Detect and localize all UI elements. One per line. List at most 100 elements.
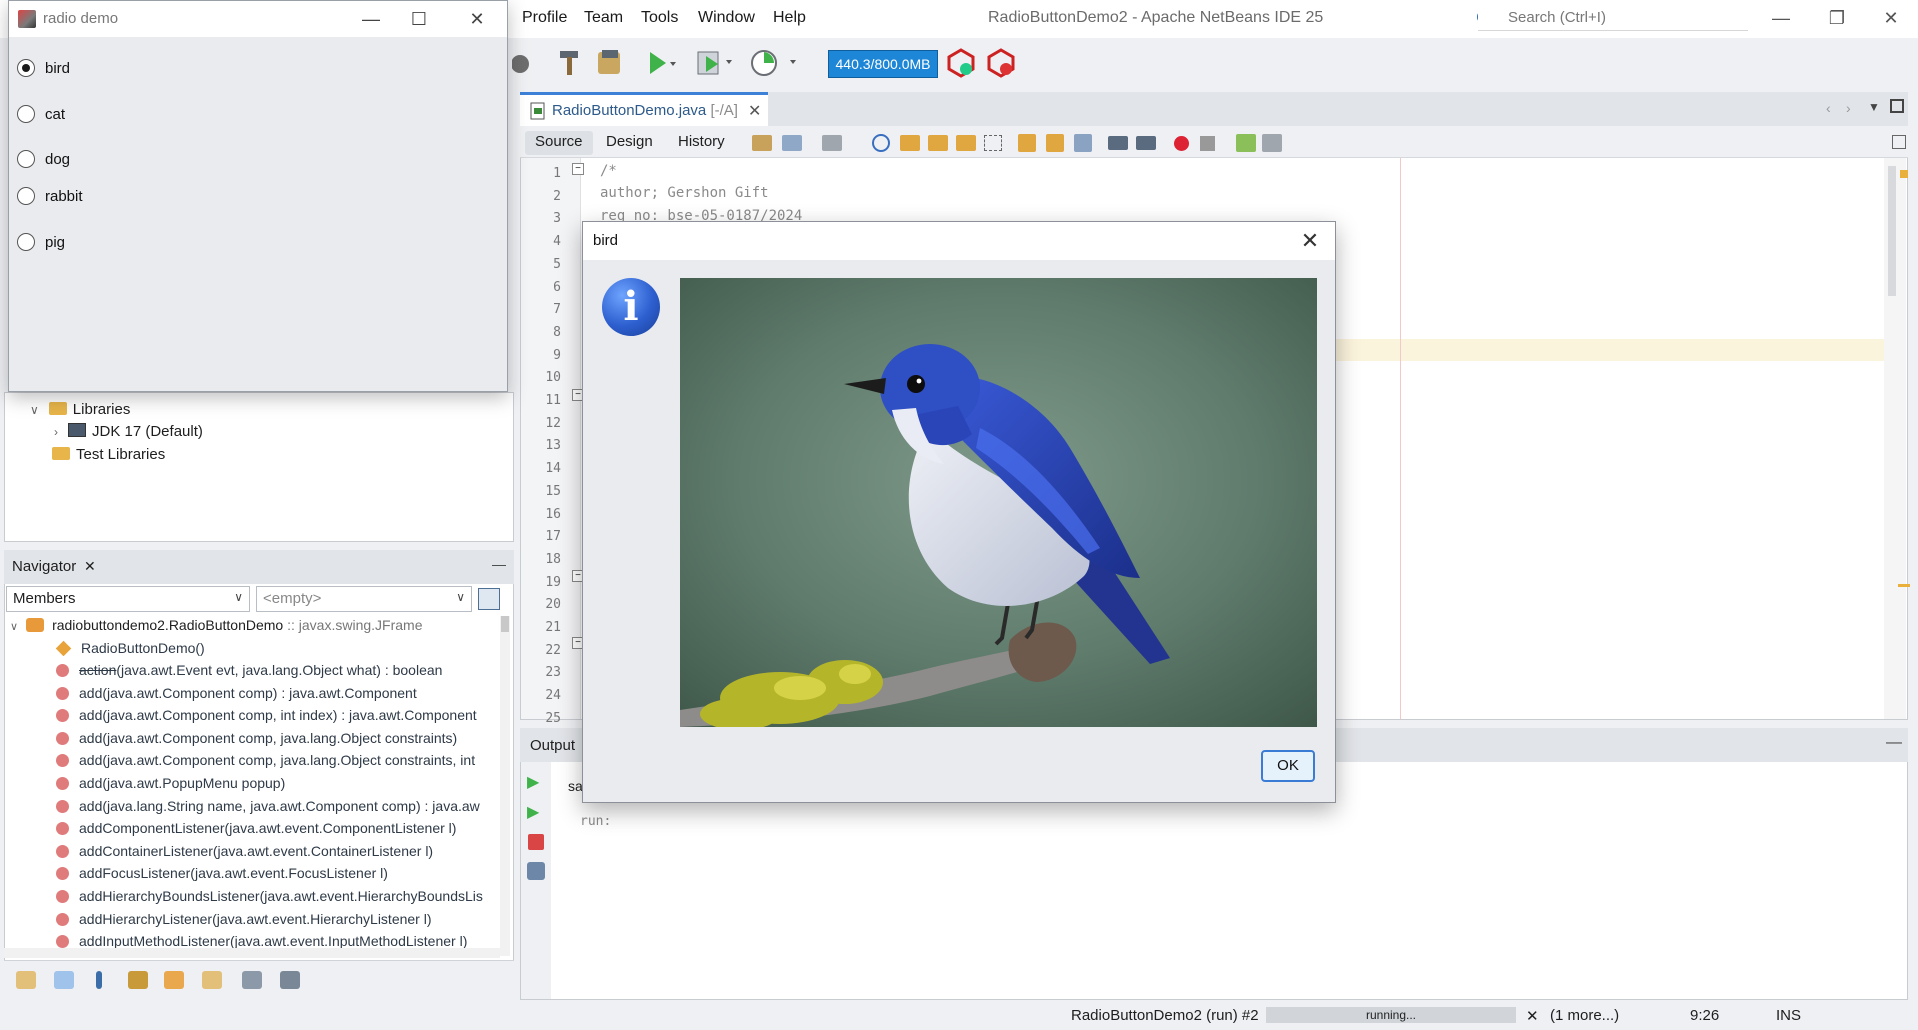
task-progress-bar[interactable]: running... [1266, 1007, 1516, 1023]
more-tasks-link[interactable]: (1 more...) [1550, 1007, 1619, 1024]
menu-window[interactable]: Window [698, 9, 755, 27]
rect-select-icon[interactable] [984, 135, 1002, 151]
rerun-icon[interactable]: ▶ [527, 772, 539, 792]
run-project-icon[interactable] [646, 50, 680, 78]
memory-usage-bar[interactable]: 440.3/800.0MB [828, 50, 938, 78]
split-window-icon[interactable] [1892, 135, 1906, 149]
chevron-down-icon[interactable]: ∨ [30, 403, 39, 417]
navigator-close-icon[interactable]: ✕ [84, 558, 96, 575]
minimize-panel-icon[interactable]: — [1886, 734, 1902, 752]
search-input[interactable]: Search (Ctrl+I) [1478, 5, 1748, 31]
rerun-with-params-icon[interactable]: ▶ [527, 802, 539, 822]
navigator-member[interactable]: add(java.awt.Component comp, int index) … [56, 707, 502, 723]
menu-help[interactable]: Help [773, 9, 806, 27]
show-fields-icon[interactable] [54, 971, 74, 989]
show-inner-classes-icon[interactable] [164, 971, 184, 989]
navigator-member[interactable]: addFocusListener(java.awt.event.FocusLis… [56, 865, 502, 881]
navigator-member[interactable]: add(java.awt.Component comp, java.lang.O… [56, 730, 502, 746]
sort-by-name-icon[interactable] [242, 971, 262, 989]
tab-design[interactable]: Design [596, 131, 663, 155]
navigator-root-class[interactable]: ∨ radiobuttondemo2.RadioButtonDemo :: jav… [10, 617, 422, 633]
radio-option-rabbit[interactable]: rabbit [17, 187, 83, 205]
find-icon[interactable] [872, 134, 890, 152]
navigator-options-icon[interactable] [478, 588, 500, 610]
ok-button[interactable]: OK [1261, 750, 1315, 782]
stop-icon[interactable] [528, 834, 544, 850]
shift-right-icon[interactable] [1136, 136, 1156, 150]
profile-project-icon[interactable] [750, 48, 800, 78]
radio-button[interactable] [17, 233, 35, 251]
show-static-icon[interactable] [96, 971, 102, 989]
restore-icon[interactable]: ❐ [1822, 6, 1852, 32]
navigator-scroll-thumb[interactable] [501, 616, 509, 632]
tree-item-jdk[interactable]: › JDK 17 (Default) [54, 423, 203, 440]
chevron-right-icon[interactable]: › [54, 425, 58, 439]
maximize-window-icon[interactable] [1890, 99, 1904, 113]
navigator-member[interactable]: add(java.awt.PopupMenu popup) [56, 775, 502, 791]
radio-option-bird[interactable]: bird [17, 59, 70, 77]
navigator-title[interactable]: Navigator [12, 558, 76, 575]
navigator-member[interactable]: addHierarchyBoundsListener(java.awt.even… [56, 888, 502, 904]
fqn-icon[interactable] [202, 971, 222, 989]
radio-option-cat[interactable]: cat [17, 105, 65, 123]
navigator-member[interactable]: addInputMethodListener(java.awt.event.In… [56, 933, 502, 949]
code-line-2[interactable]: author; Gershon Gift [600, 185, 769, 201]
scroll-tabs-right-icon[interactable]: › [1846, 100, 1851, 116]
member-scope-select[interactable]: <empty> ∨ [256, 586, 472, 612]
close-icon[interactable]: ✕ [1876, 6, 1906, 32]
code-line-1[interactable]: /* [600, 163, 617, 179]
tree-item-libraries[interactable]: ∨ Libraries [30, 401, 130, 418]
stop-gc-icon[interactable] [986, 48, 1016, 78]
globe-icon[interactable] [512, 52, 532, 76]
navigator-member[interactable]: addContainerListener(java.awt.event.Cont… [56, 843, 502, 859]
close-icon[interactable]: ✕ [457, 5, 497, 33]
editor-scroll-thumb[interactable] [1888, 166, 1896, 296]
menu-tools[interactable]: Tools [641, 9, 678, 27]
toggle-bookmark-icon[interactable] [1074, 134, 1092, 152]
build-hammer-icon[interactable] [556, 48, 582, 78]
navigator-member[interactable]: action(java.awt.Event evt, java.lang.Obj… [56, 662, 502, 678]
tree-item-test-libraries[interactable]: Test Libraries [52, 446, 165, 463]
output-settings-icon[interactable] [527, 862, 545, 880]
navigator-member[interactable]: addHierarchyListener(java.awt.event.Hier… [56, 911, 502, 927]
last-edit-icon[interactable] [752, 135, 772, 151]
output-tab-label[interactable]: sa [568, 778, 583, 794]
show-inherited-icon[interactable] [16, 971, 36, 989]
clean-build-icon[interactable] [596, 48, 626, 78]
running-task-label[interactable]: RadioButtonDemo2 (run) #2 [1071, 1007, 1259, 1024]
find-previous-icon[interactable] [900, 135, 920, 151]
members-filter-select[interactable]: Members ∨ [6, 586, 250, 612]
navigator-member[interactable]: add(java.awt.Component comp, java.lang.O… [56, 752, 502, 768]
navigator-hscrollbar[interactable] [4, 948, 500, 958]
navigator-member[interactable]: add(java.awt.Component comp) : java.awt.… [56, 685, 502, 701]
tab-radiobuttondemo-java[interactable]: RadioButtonDemo.java [-/A] ✕ [520, 92, 768, 126]
menu-profile[interactable]: Profile [522, 9, 567, 27]
tab-source[interactable]: Source [525, 131, 593, 155]
sort-by-source-icon[interactable] [280, 971, 300, 989]
fold-icon[interactable]: − [572, 163, 584, 175]
warning-marker[interactable] [1900, 170, 1908, 178]
radio-button[interactable] [17, 105, 35, 123]
find-next-icon[interactable] [928, 135, 948, 151]
maximize-icon[interactable]: ☐ [399, 5, 439, 33]
comment-icon[interactable] [1236, 134, 1256, 152]
radio-option-dog[interactable]: dog [17, 150, 70, 168]
uncomment-icon[interactable] [1262, 134, 1282, 152]
gc-icon[interactable] [946, 48, 976, 78]
navigator-member[interactable]: addComponentListener(java.awt.event.Comp… [56, 820, 502, 836]
minimize-icon[interactable]: — [351, 5, 391, 33]
navigator-constructor[interactable]: RadioButtonDemo() [56, 640, 502, 656]
start-macro-icon[interactable] [1174, 136, 1189, 151]
toggle-highlight-icon[interactable] [956, 135, 976, 151]
navigator-member[interactable]: add(java.lang.String name, java.awt.Comp… [56, 798, 502, 814]
scroll-tabs-left-icon[interactable]: ‹ [1826, 100, 1831, 116]
back-icon[interactable] [782, 135, 802, 151]
output-title[interactable]: Output [530, 737, 575, 754]
shift-left-icon[interactable] [1108, 136, 1128, 150]
chevron-down-icon[interactable]: ∨ [10, 621, 18, 633]
show-opened-documents-icon[interactable]: ▼ [1868, 100, 1880, 114]
debug-project-icon[interactable] [696, 48, 736, 78]
radio-button[interactable] [17, 150, 35, 168]
stop-macro-icon[interactable] [1200, 136, 1215, 151]
next-bookmark-icon[interactable] [1046, 134, 1064, 152]
